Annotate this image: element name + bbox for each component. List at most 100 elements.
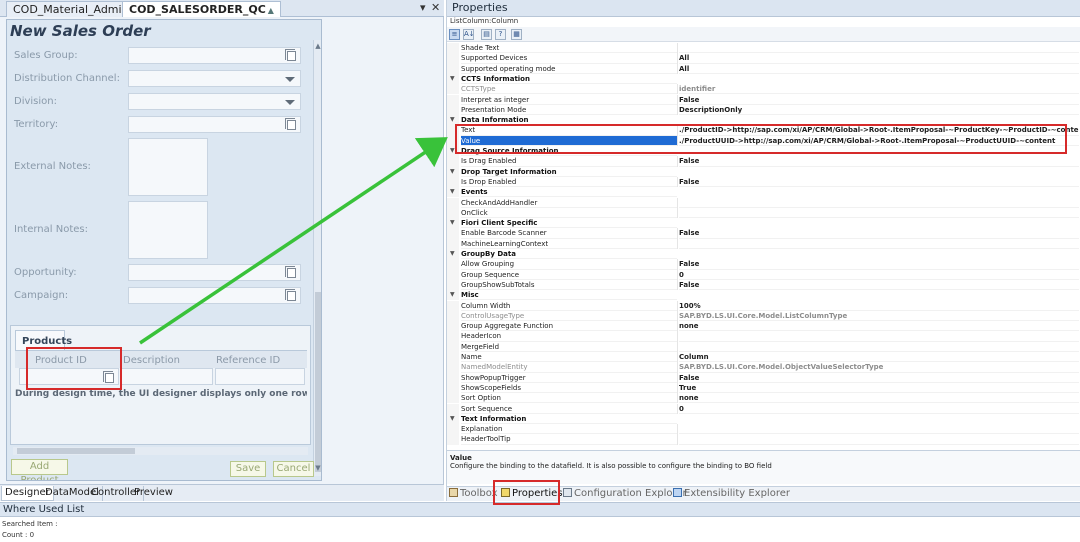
property-value[interactable]: ./ProductUUID->http://sap.com/xi/AP/CRM/… (679, 136, 1079, 146)
collapse-icon[interactable]: ▼ (450, 290, 455, 300)
property-value[interactable]: SAP.BYD.LS.UI.Core.Model.ListColumnType (679, 311, 1079, 322)
doc-tab-material-admin[interactable]: COD_Material_Admin (6, 1, 136, 17)
property-row[interactable]: ControlUsageType SAP.BYD.LS.UI.Core.Model… (447, 310, 1080, 322)
property-value[interactable] (679, 331, 1079, 342)
value-help-icon[interactable] (285, 49, 296, 61)
property-row[interactable]: Group Sequence 0 (447, 269, 1080, 280)
property-row[interactable]: Is Drag Enabled False (447, 156, 1080, 167)
property-pages-icon[interactable]: ▤ (481, 29, 492, 40)
sales-group-input[interactable] (128, 47, 301, 64)
close-icon[interactable]: ✕ (431, 1, 440, 14)
product-id-cell[interactable] (19, 368, 119, 385)
property-value[interactable]: Column (679, 352, 1079, 363)
property-row[interactable]: ShowPopupTrigger False (447, 372, 1080, 383)
property-value[interactable]: 0 (679, 270, 1079, 280)
property-category[interactable]: ▼ Text Information (447, 413, 1080, 425)
distribution-channel-select[interactable] (128, 70, 301, 87)
tab-toolbox[interactable]: Toolbox (449, 488, 498, 501)
categorized-view-icon[interactable]: ≡ (449, 29, 460, 40)
property-category[interactable]: ▼ Fiori Client Specific (447, 218, 1080, 229)
tab-products[interactable]: Products (15, 330, 72, 350)
property-value[interactable]: identifier (679, 84, 1079, 95)
property-row[interactable]: Value ./ProductUUID->http://sap.com/xi/AP… (447, 135, 1080, 146)
property-row[interactable]: Shade Text (447, 43, 1080, 54)
property-category[interactable]: ▼ Events (447, 187, 1080, 198)
collapse-icon[interactable]: ▼ (450, 146, 455, 156)
property-value[interactable]: SAP.BYD.LS.UI.Core.Model.ObjectValueSele… (679, 362, 1079, 373)
property-value[interactable]: False (679, 156, 1079, 167)
property-row[interactable]: CCTSType identifier (447, 84, 1080, 95)
collapse-icon[interactable]: ▼ (450, 187, 455, 197)
property-value[interactable] (679, 434, 1079, 445)
property-value[interactable]: False (679, 280, 1079, 291)
collapse-icon[interactable]: ▼ (450, 249, 455, 259)
campaign-input[interactable] (128, 287, 301, 304)
internal-notes-textarea[interactable] (128, 201, 208, 259)
property-value[interactable]: 0 (679, 404, 1079, 414)
property-category[interactable]: ▼ GroupBy Data (447, 249, 1080, 260)
property-row[interactable]: Allow Grouping False (447, 259, 1080, 270)
description-cell[interactable] (121, 368, 213, 385)
events-grid-icon[interactable]: ▦ (511, 29, 522, 40)
property-value[interactable]: All (679, 53, 1079, 64)
tab-properties[interactable]: Properties (501, 488, 563, 501)
property-category[interactable]: ▼ CCTS Information (447, 73, 1080, 85)
property-row[interactable]: HeaderToolTip (447, 434, 1080, 445)
property-value[interactable]: All (679, 64, 1079, 74)
property-row[interactable]: Explanation (447, 424, 1080, 435)
property-row[interactable]: CheckAndAddHandler (447, 197, 1080, 208)
property-row[interactable]: ShowScopeFields True (447, 382, 1080, 394)
alphabetical-sort-icon[interactable]: A↓ (463, 29, 475, 40)
external-notes-textarea[interactable] (128, 138, 208, 196)
property-row[interactable]: Supported Devices All (447, 53, 1080, 64)
property-row[interactable]: MergeField (447, 341, 1080, 352)
collapse-icon[interactable]: ▼ (450, 74, 455, 84)
cancel-button[interactable]: Cancel (273, 461, 314, 477)
property-row[interactable]: Enable Barcode Scanner False (447, 228, 1080, 239)
column-header-reference-id[interactable]: Reference ID (216, 355, 280, 366)
property-value[interactable]: 100% (679, 301, 1079, 311)
tab-list-dropdown-icon[interactable]: ▾ (420, 1, 426, 14)
property-value[interactable]: True (679, 383, 1079, 394)
property-value[interactable]: False (679, 373, 1079, 383)
property-row[interactable]: Sort Sequence 0 (447, 403, 1080, 414)
property-value[interactable]: False (679, 228, 1079, 239)
property-category[interactable]: ▼ Drop Target Information (447, 166, 1080, 177)
property-value[interactable] (679, 424, 1079, 435)
property-value[interactable] (679, 198, 1079, 208)
help-icon[interactable]: ? (495, 29, 506, 40)
column-header-product-id[interactable]: Product ID (35, 355, 87, 366)
property-row[interactable]: Name Column (447, 352, 1080, 363)
property-category[interactable]: ▼ Drag Source Information (447, 146, 1080, 157)
scrollbar-thumb[interactable] (315, 292, 321, 472)
doc-tab-salesorder-qc[interactable]: COD_SALESORDER_QC ▲ (122, 1, 281, 17)
property-value[interactable] (679, 43, 1079, 54)
property-category[interactable]: ▼ Data Information (447, 115, 1080, 126)
territory-input[interactable] (128, 116, 301, 133)
vertical-scrollbar[interactable]: ▲ ▼ (313, 40, 321, 476)
property-row[interactable]: Supported operating mode All (447, 63, 1080, 74)
tab-extensibility-explorer[interactable]: Extensibility Explorer (673, 488, 790, 501)
scroll-down-icon[interactable]: ▼ (314, 464, 321, 472)
property-value[interactable]: DescriptionOnly (679, 105, 1079, 116)
property-value[interactable] (679, 239, 1079, 249)
value-help-icon[interactable] (103, 371, 114, 383)
property-row[interactable]: HeaderIcon (447, 331, 1080, 342)
property-value[interactable]: ./ProductID->http://sap.com/xi/AP/CRM/Gl… (679, 125, 1079, 136)
save-button[interactable]: Save (230, 461, 266, 477)
property-value[interactable]: none (679, 393, 1079, 404)
opportunity-input[interactable] (128, 264, 301, 281)
add-product-button[interactable]: Add Product (11, 459, 68, 480)
scroll-up-icon[interactable]: ▲ (314, 42, 321, 50)
collapse-icon[interactable]: ▼ (450, 167, 455, 177)
collapse-icon[interactable]: ▼ (450, 115, 455, 125)
property-row[interactable]: NamedModelEntity SAP.BYD.LS.UI.Core.Model… (447, 362, 1080, 373)
property-row[interactable]: Group Aggregate Function none (447, 321, 1080, 332)
reference-id-cell[interactable] (215, 368, 305, 385)
tab-preview[interactable]: Preview (131, 486, 176, 501)
property-row[interactable]: MachineLearningContext (447, 238, 1080, 249)
collapse-icon[interactable]: ▼ (450, 218, 455, 228)
property-category[interactable]: ▼ Misc (447, 290, 1080, 301)
property-row[interactable]: GroupShowSubTotals False (447, 279, 1080, 291)
value-help-icon[interactable] (285, 266, 296, 278)
